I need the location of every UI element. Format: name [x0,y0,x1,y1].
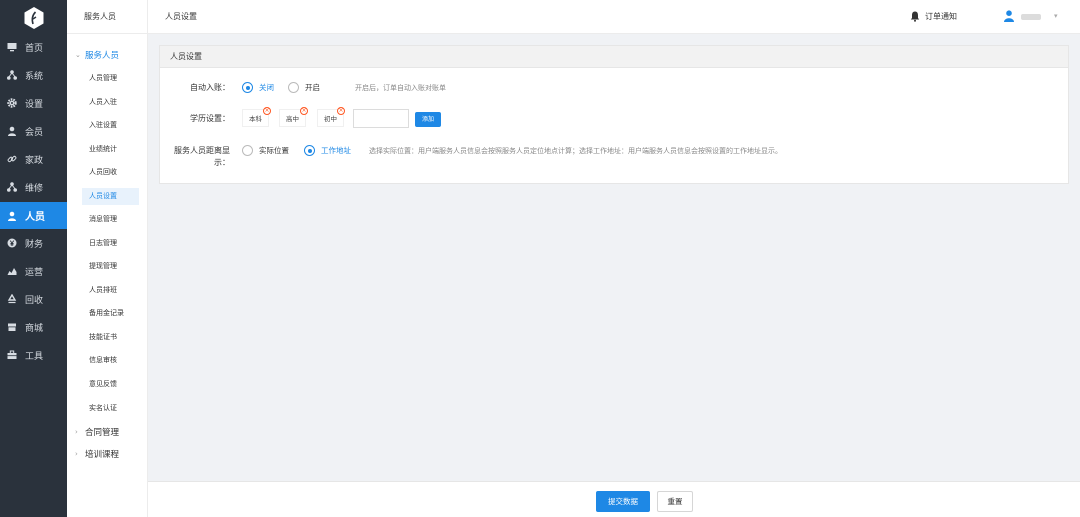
main-sidebar: 首页 系统 设置 会员 家政 维修 人员 财务 运营 回收 商城 工具 [0,0,67,517]
auto-account-on-radio[interactable]: 开启 [288,82,320,93]
menu-item-withdrawal[interactable]: 提现管理 [82,258,139,275]
add-education-button[interactable]: 添加 [415,112,441,127]
panel-title: 人员设置 [160,46,1068,68]
menu-item-scheduling[interactable]: 人员排班 [82,282,139,299]
order-notice-button[interactable]: 订单通知 [910,11,957,22]
user-name-blurred[interactable] [1021,14,1041,20]
radio-checked-icon [242,82,253,93]
radio-checked-icon [304,145,315,156]
reset-button[interactable]: 重置 [657,491,693,512]
hierarchy-icon [7,182,17,192]
menu-item-staff-settings[interactable]: 人员设置 [82,188,139,205]
nav-item-staff[interactable]: 人员 [0,202,67,229]
menu-item-petty-cash[interactable]: 备用金记录 [82,305,139,322]
user-icon [7,126,17,136]
bell-icon [910,11,920,22]
sub-sidebar-title: 服务人员 [67,0,148,34]
chevron-right-icon: › [75,450,78,458]
education-input[interactable] [353,109,409,128]
remove-tag-icon[interactable]: × [300,107,308,115]
menu-item-feedback[interactable]: 意见反馈 [82,376,139,393]
submit-button[interactable]: 提交数据 [596,491,650,512]
top-header: 人员设置 订单通知 ▾ [148,0,1080,34]
gear-icon [7,98,17,108]
distance-actual-location-radio[interactable]: 实际位置 [242,145,289,156]
education-label: 学历设置： [190,114,230,123]
link-icon [7,154,17,164]
radio-unchecked-icon [288,82,299,93]
remove-tag-icon[interactable]: × [337,107,345,115]
menu-item-onboarding-settings[interactable]: 入驻设置 [82,117,139,134]
nav-item-settings[interactable]: 设置 [0,90,67,116]
sub-sidebar: 服务人员 ⌄ 服务人员 人员管理 人员入驻 入驻设置 业绩统计 人员回收 人员设… [67,0,148,517]
nav-item-system[interactable]: 系统 [0,62,67,88]
nav-item-repair[interactable]: 维修 [0,174,67,200]
menu-item-staff-onboarding[interactable]: 人员入驻 [82,94,139,111]
user-icon [7,211,17,221]
radio-unchecked-icon [242,145,253,156]
recycle-icon [7,294,17,304]
chevron-down-icon: ⌄ [75,51,81,59]
monitor-icon [7,42,17,52]
menu-item-certificates[interactable]: 技能证书 [82,329,139,346]
nav-item-member[interactable]: 会员 [0,118,67,144]
chevron-right-icon: › [75,428,78,436]
nav-item-operation[interactable]: 运营 [0,258,67,284]
distance-hint: 选择实际位置：用户端服务人员信息会按照服务人员定位地点计算；选择工作地址：用户端… [369,147,782,155]
distance-label-line1: 服务人员距离显 [174,146,230,155]
toolbox-icon [7,350,17,360]
nav-item-home[interactable]: 首页 [0,34,67,60]
distance-work-address-radio[interactable]: 工作地址 [304,145,351,156]
auto-account-off-radio[interactable]: 关闭 [242,82,274,93]
distance-label-line2: 示： [214,158,230,167]
logo-icon[interactable] [23,6,45,30]
menu-item-info-review[interactable]: 信息审核 [82,352,139,369]
remove-tag-icon[interactable]: × [263,107,271,115]
menu-group-service-staff[interactable]: ⌄ 服务人员 [75,49,119,61]
nav-item-mall[interactable]: 商城 [0,314,67,340]
yen-icon [7,238,17,248]
user-avatar-icon[interactable] [1004,10,1014,22]
nav-item-housekeeping[interactable]: 家政 [0,146,67,172]
shop-icon [7,322,17,332]
hierarchy-icon [7,70,17,80]
chart-icon [7,266,17,276]
menu-item-staff-recycle[interactable]: 人员回收 [82,164,139,181]
chevron-down-icon[interactable]: ▾ [1054,12,1058,20]
footer-bar: 提交数据 重置 [148,481,1080,517]
auto-account-label: 自动入账： [190,83,230,92]
menu-item-performance[interactable]: 业绩统计 [82,141,139,158]
nav-item-recycle[interactable]: 回收 [0,286,67,312]
auto-account-hint: 开启后，订单自动入账对账单 [355,84,446,92]
menu-item-logs[interactable]: 日志管理 [82,235,139,252]
nav-item-finance[interactable]: 财务 [0,230,67,256]
breadcrumb: 人员设置 [165,12,197,21]
menu-item-staff-management[interactable]: 人员管理 [82,70,139,87]
menu-item-messages[interactable]: 消息管理 [82,211,139,228]
menu-group-contracts[interactable]: › 合同管理 [75,426,119,438]
menu-group-training[interactable]: › 培训课程 [75,448,119,460]
nav-item-tools[interactable]: 工具 [0,342,67,368]
menu-item-realname[interactable]: 实名认证 [82,400,139,417]
